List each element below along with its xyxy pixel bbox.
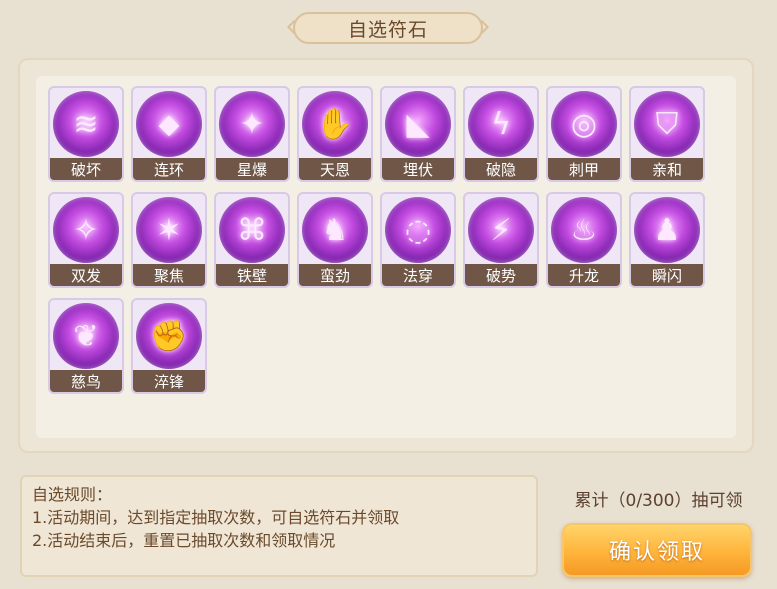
rune-tile[interactable]: ⚡ 破势 xyxy=(463,192,539,288)
rule-line-2: 2.活动结束后，重置已抽取次数和领取情况 xyxy=(32,531,336,550)
rune-label: 破隐 xyxy=(465,158,537,180)
rune-label: 双发 xyxy=(50,264,122,286)
rune-tile[interactable]: ⌘ 铁壁 xyxy=(214,192,290,288)
rune-label: 法穿 xyxy=(382,264,454,286)
rising-demon-icon: ♨ xyxy=(551,197,617,263)
rune-label: 蛮劲 xyxy=(299,264,371,286)
rune-grid: ≋ 破坏 ⬥ 连环 ✦ 星爆 ✋ 天恩 ◣ 埋伏 ϟ 破隐 ◎ 刺甲 ⛉ 亲和 ✧ 双发 ✶ 聚焦 ⌘ 铁壁 ♞ 蛮劲 ◌ 法穿 ⚡… xyxy=(36,76,736,438)
rune-tile[interactable]: ♞ 蛮劲 xyxy=(297,192,373,288)
shield-icon: ⛉ xyxy=(634,91,700,157)
rune-label: 破势 xyxy=(465,264,537,286)
rune-label: 埋伏 xyxy=(382,158,454,180)
tempered-fist-icon: ✊ xyxy=(136,303,202,369)
rules-box: 自选规则： 1.活动期间，达到指定抽取次数，可自选符石并领取 2.活动结束后，重… xyxy=(20,475,538,577)
rune-tile[interactable]: ✊ 淬锋 xyxy=(131,298,207,394)
magic-pierce-icon: ◌ xyxy=(385,197,451,263)
rune-label: 亲和 xyxy=(631,158,703,180)
iron-wall-icon: ⌘ xyxy=(219,197,285,263)
title-banner: 自选符石 xyxy=(286,12,490,44)
rune-tile[interactable]: ✶ 聚焦 xyxy=(131,192,207,288)
rune-label: 淬锋 xyxy=(133,370,205,392)
flame-hand-icon: ✋ xyxy=(302,91,368,157)
rune-tile[interactable]: ◌ 法穿 xyxy=(380,192,456,288)
rune-label: 连环 xyxy=(133,158,205,180)
rules-heading: 自选规则： xyxy=(32,485,113,504)
rune-tile[interactable]: ϟ 破隐 xyxy=(463,86,539,182)
focus-star-icon: ✶ xyxy=(136,197,202,263)
brute-warrior-icon: ♞ xyxy=(302,197,368,263)
draw-progress-text: 累计（0/300）抽可领 xyxy=(574,491,743,511)
rune-tile[interactable]: ⬥ 连环 xyxy=(131,86,207,182)
rune-tile[interactable]: ♟ 瞬闪 xyxy=(629,192,705,288)
rune-tile[interactable]: ♨ 升龙 xyxy=(546,192,622,288)
rune-tile[interactable]: ✋ 天恩 xyxy=(297,86,373,182)
rune-label: 刺甲 xyxy=(548,158,620,180)
double-shot-icon: ✧ xyxy=(53,197,119,263)
claw-slash-icon: ≋ xyxy=(53,91,119,157)
spiral-spike-icon: ◎ xyxy=(551,91,617,157)
rule-line-1: 1.活动期间，达到指定抽取次数，可自选符石并领取 xyxy=(32,508,400,527)
shadow-face-icon: ◣ xyxy=(385,91,451,157)
rune-label: 星爆 xyxy=(216,158,288,180)
rune-tile[interactable]: ✦ 星爆 xyxy=(214,86,290,182)
rune-label: 破坏 xyxy=(50,158,122,180)
rune-label: 升龙 xyxy=(548,264,620,286)
page-title: 自选符石 xyxy=(293,12,483,44)
demon-strike-icon: ⚡ xyxy=(468,197,534,263)
rune-tile[interactable]: ✧ 双发 xyxy=(48,192,124,288)
rune-label: 铁壁 xyxy=(216,264,288,286)
confirm-claim-button[interactable]: 确认领取 xyxy=(562,523,752,577)
demon-lightning-icon: ϟ xyxy=(468,91,534,157)
rune-tile[interactable]: ◣ 埋伏 xyxy=(380,86,456,182)
star-burst-icon: ✦ xyxy=(219,91,285,157)
rune-label: 瞬闪 xyxy=(631,264,703,286)
rune-tile[interactable]: ❦ 慈鸟 xyxy=(48,298,124,394)
rune-tile[interactable]: ⛉ 亲和 xyxy=(629,86,705,182)
rune-tile[interactable]: ≋ 破坏 xyxy=(48,86,124,182)
rune-label: 慈鸟 xyxy=(50,370,122,392)
rune-label: 天恩 xyxy=(299,158,371,180)
rune-label: 聚焦 xyxy=(133,264,205,286)
crystal-sword-icon: ⬥ xyxy=(136,91,202,157)
phoenix-icon: ❦ xyxy=(53,303,119,369)
rune-tile[interactable]: ◎ 刺甲 xyxy=(546,86,622,182)
blink-demon-icon: ♟ xyxy=(634,197,700,263)
